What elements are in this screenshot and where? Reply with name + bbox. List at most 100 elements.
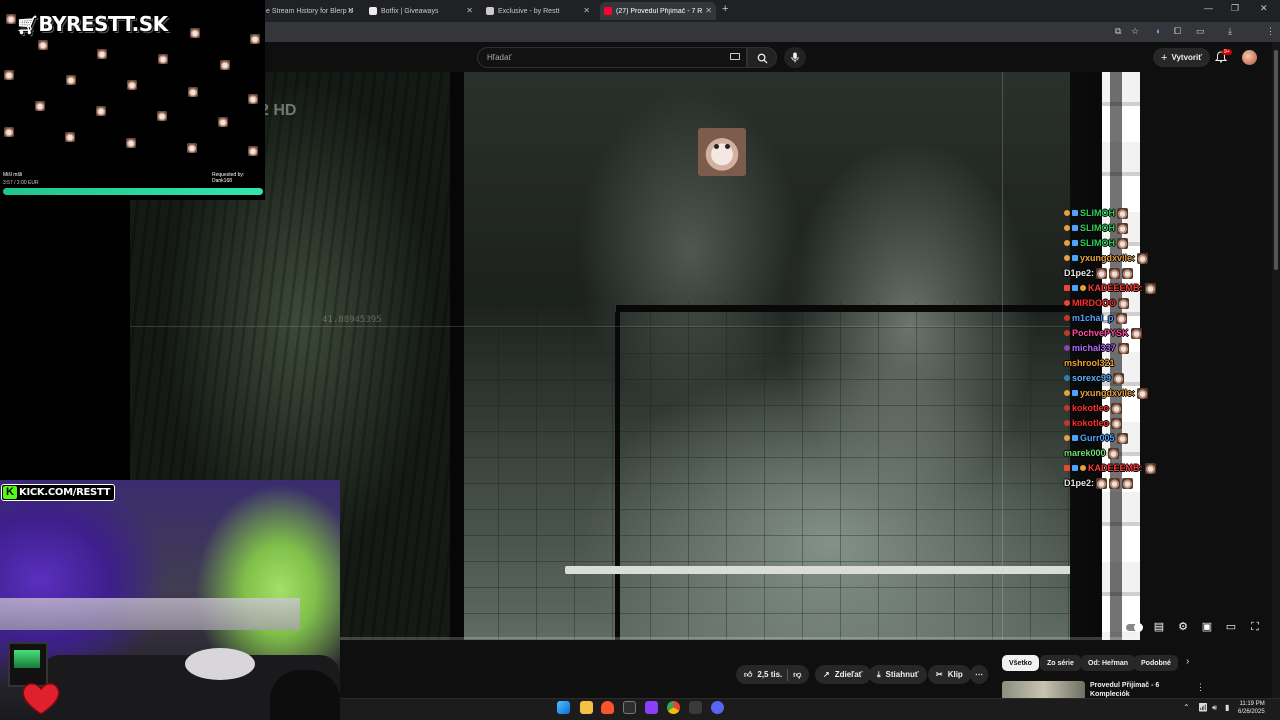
star-icon[interactable]: ☆ bbox=[1131, 26, 1139, 37]
hamster-emote bbox=[97, 49, 107, 59]
chevron-up-icon[interactable]: ⌃ bbox=[1183, 703, 1190, 712]
menu-icon[interactable]: ⋮ bbox=[1266, 26, 1275, 37]
search-input[interactable]: Hľadať bbox=[477, 47, 747, 68]
search-button[interactable] bbox=[747, 47, 777, 68]
hamster-emote bbox=[1117, 237, 1128, 249]
brave-browser-icon[interactable] bbox=[601, 701, 614, 714]
kebab-menu-icon[interactable]: ⋮ bbox=[1196, 682, 1205, 693]
miniplayer-icon[interactable]: ▣ bbox=[1200, 620, 1214, 634]
chip-from-channel[interactable]: Od: Heřman bbox=[1081, 655, 1136, 671]
chat-message: KADEEEMB: bbox=[1064, 281, 1156, 295]
download-button[interactable]: ⤓ Stiahnuť bbox=[869, 665, 927, 684]
voice-search-button[interactable] bbox=[784, 47, 806, 68]
volume-icon[interactable]: 🔊︎ bbox=[1212, 703, 1217, 713]
sidebar-icon[interactable]: ▭ bbox=[1196, 26, 1205, 37]
hamster-emote bbox=[218, 117, 228, 127]
song-title: Mišl mšli bbox=[3, 172, 23, 178]
badge-icon bbox=[1072, 285, 1078, 291]
puzzle-icon[interactable]: ⧠ bbox=[1174, 26, 1181, 37]
badge-icon bbox=[1072, 210, 1078, 216]
hamster-emote bbox=[1107, 447, 1119, 459]
network-icon[interactable]: 📶︎ bbox=[1198, 703, 1208, 712]
keyboard-icon[interactable] bbox=[730, 53, 740, 60]
chip-all[interactable]: Všetko bbox=[1002, 655, 1039, 671]
discord-icon[interactable] bbox=[711, 701, 724, 714]
maximize-icon[interactable]: ❐ bbox=[1231, 3, 1239, 14]
chat-message: D1pe2: bbox=[1064, 476, 1134, 490]
close-icon[interactable]: ✕ bbox=[347, 6, 354, 15]
close-icon[interactable]: ✕ bbox=[705, 6, 712, 15]
chat-username: SLIMOH bbox=[1080, 238, 1115, 248]
chip-related[interactable]: Podobné bbox=[1134, 655, 1178, 671]
chrome-icon[interactable] bbox=[667, 701, 680, 714]
tab-exclusive[interactable]: Exclusive - by Restt ✕ bbox=[482, 2, 594, 20]
hamster-emote bbox=[1109, 267, 1121, 279]
share-button[interactable]: ↗ Zdieľať bbox=[815, 665, 871, 684]
badge-icon bbox=[1064, 240, 1070, 246]
close-window-icon[interactable]: ✕ bbox=[1260, 3, 1268, 14]
thumbs-down-icon[interactable]: 👎︎ bbox=[793, 670, 801, 680]
chat-message: kokotleo bbox=[1064, 416, 1123, 430]
subtitles-icon[interactable]: ▤ bbox=[1152, 620, 1166, 634]
more-actions-button[interactable]: ⋯ bbox=[970, 665, 988, 684]
chat-message: michal337 bbox=[1064, 341, 1129, 355]
create-label: Vytvoriť bbox=[1171, 53, 1203, 62]
new-tab-button[interactable]: + bbox=[722, 3, 728, 15]
tab-youtube[interactable]: (27) Provedul Přijímač - 7 Rozh ✕ bbox=[600, 2, 716, 20]
tab-botfix[interactable]: Botfix | Giveaways ✕ bbox=[365, 2, 477, 20]
download-icon[interactable]: ⤓ bbox=[1228, 26, 1232, 37]
heart-icon bbox=[22, 683, 60, 715]
taskbar-clock[interactable]: 11:19 PM 6/26/2025 bbox=[1238, 700, 1265, 716]
video-white-bar bbox=[565, 566, 1125, 574]
chevron-right-icon[interactable]: › bbox=[1186, 656, 1189, 667]
thumbs-up-icon[interactable]: 👍︎ bbox=[744, 670, 752, 680]
overlay-blank-region bbox=[0, 200, 130, 480]
chat-username: MIRDOOO bbox=[1072, 298, 1116, 308]
tab-stream-history[interactable]: e Stream History for Blerp U ✕ bbox=[262, 2, 358, 20]
like-dislike-group[interactable]: 👍︎ 2,5 tis. 👎︎ bbox=[736, 665, 810, 684]
cast-icon[interactable]: ⧉ bbox=[1115, 26, 1121, 37]
screen: e Stream History for Blerp U ✕ Botfix | … bbox=[0, 0, 1280, 720]
more-icon: ⋯ bbox=[975, 670, 983, 679]
terminal-icon[interactable] bbox=[623, 701, 636, 714]
hamster-emote bbox=[96, 106, 106, 116]
cart-icon: 🛒︎ bbox=[16, 15, 39, 36]
download-label: Stiahnuť bbox=[885, 670, 919, 679]
battery-icon[interactable]: ▮ bbox=[1225, 703, 1229, 712]
chip-series[interactable]: Zo série bbox=[1040, 655, 1081, 671]
close-icon[interactable]: ✕ bbox=[583, 6, 590, 15]
windows-start-icon[interactable] bbox=[557, 701, 570, 714]
hamster-emote bbox=[190, 28, 200, 38]
theater-mode-icon[interactable]: ▭ bbox=[1224, 620, 1238, 634]
create-button[interactable]: + Vytvoriť bbox=[1153, 48, 1211, 67]
file-explorer-icon[interactable] bbox=[580, 701, 593, 714]
kick-channel-tag: K KICK.COM/RESTT bbox=[1, 484, 116, 501]
app-icon[interactable] bbox=[689, 701, 702, 714]
recommended-title[interactable]: Provedul Přijímač - 6 Kompleciók bbox=[1090, 681, 1186, 698]
badge-icon bbox=[1064, 465, 1070, 471]
settings-gear-icon[interactable]: ⚙ bbox=[1176, 620, 1190, 634]
close-icon[interactable]: ✕ bbox=[466, 6, 473, 15]
chat-message: sorexc99 bbox=[1064, 371, 1125, 385]
app-icon[interactable] bbox=[645, 701, 658, 714]
hamster-emote bbox=[187, 143, 197, 153]
scissors-icon: ✂ bbox=[936, 670, 943, 679]
video-watermark: 2 HD bbox=[260, 102, 297, 119]
share-label: Zdieľať bbox=[834, 670, 863, 679]
fullscreen-icon[interactable]: ⛶ bbox=[1248, 620, 1262, 634]
channel-avatar[interactable] bbox=[1242, 50, 1257, 65]
tab-label: e Stream History for Blerp U bbox=[266, 7, 354, 15]
chat-username: D1pe2: bbox=[1064, 478, 1095, 488]
badge-icon bbox=[1064, 420, 1070, 426]
chat-username: SLIMOH bbox=[1080, 208, 1115, 218]
minimize-icon[interactable]: — bbox=[1204, 3, 1213, 13]
scrollbar-thumb[interactable] bbox=[1274, 50, 1278, 270]
download-icon: ⤓ bbox=[877, 669, 881, 679]
badge-icon bbox=[1064, 225, 1070, 231]
hamster-emote bbox=[1113, 372, 1125, 384]
hamster-emote bbox=[1118, 297, 1129, 309]
autoplay-toggle[interactable] bbox=[1126, 623, 1143, 632]
extension-icon[interactable]: ◐ bbox=[1156, 26, 1161, 36]
recommended-thumbnail[interactable] bbox=[1002, 681, 1085, 698]
clip-button[interactable]: ✂ Klip bbox=[928, 665, 971, 684]
